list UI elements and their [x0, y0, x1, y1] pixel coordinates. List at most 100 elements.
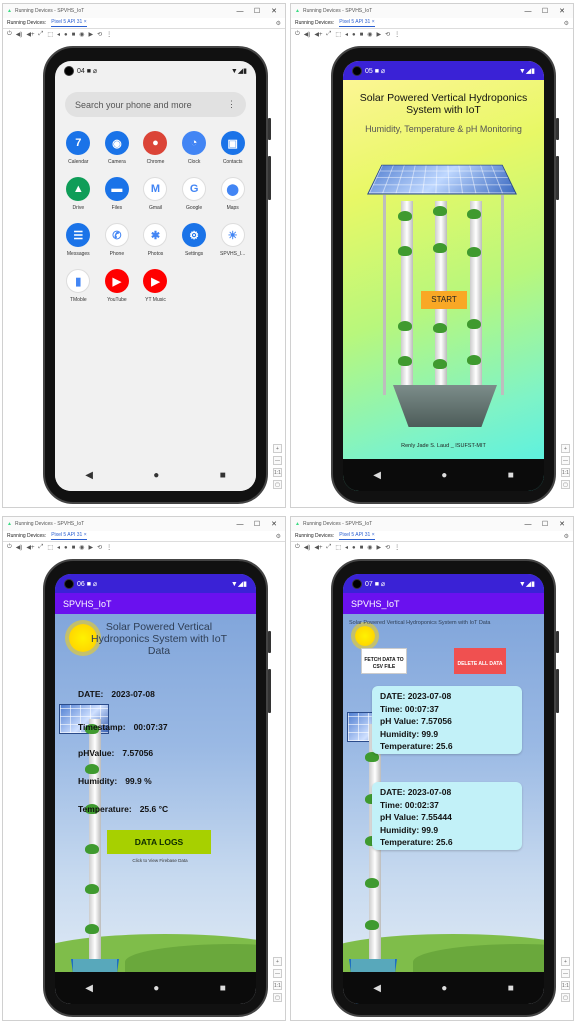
- recents-icon[interactable]: ■: [220, 983, 226, 994]
- home-icon[interactable]: ●: [441, 983, 447, 994]
- device-tool-icon[interactable]: ⬚: [47, 544, 53, 551]
- actual-size-icon[interactable]: 1:1: [561, 468, 570, 477]
- back-icon[interactable]: ◀: [373, 983, 381, 994]
- actual-size-icon[interactable]: 1:1: [561, 981, 570, 990]
- device-tool-icon[interactable]: ⋮: [394, 31, 400, 38]
- back-icon[interactable]: ◀: [85, 983, 93, 994]
- device-tool-icon[interactable]: ⟲: [97, 544, 102, 551]
- device-tool-icon[interactable]: ◀): [304, 31, 311, 38]
- device-tool-icon[interactable]: ⏻: [295, 544, 300, 551]
- device-tool-icon[interactable]: ▶: [377, 544, 382, 551]
- fetch-csv-button[interactable]: FETCH DATA TO CSV FILE: [361, 648, 407, 674]
- fit-screen-icon[interactable]: ▢: [273, 993, 282, 1002]
- home-icon[interactable]: ●: [441, 470, 447, 481]
- delete-all-button[interactable]: DELETE ALL DATA: [454, 648, 506, 674]
- close-tab-icon[interactable]: ×: [84, 19, 87, 25]
- app-phone[interactable]: ✆ Phone: [98, 223, 137, 257]
- device-tool-icon[interactable]: ●: [64, 32, 68, 38]
- close-tab-icon[interactable]: ×: [372, 532, 375, 538]
- settings-icon[interactable]: ⚙: [564, 533, 569, 540]
- device-tool-icon[interactable]: ⟲: [385, 31, 390, 38]
- device-tool-icon[interactable]: ⬚: [47, 31, 53, 38]
- settings-icon[interactable]: ⚙: [276, 20, 281, 27]
- device-tool-icon[interactable]: ⤢: [327, 544, 332, 551]
- device-tool-icon[interactable]: ◀): [304, 544, 311, 551]
- zoom-in-icon[interactable]: +: [561, 444, 570, 453]
- app-files[interactable]: ▬ Files: [98, 177, 137, 211]
- close-window-button[interactable]: ✕: [555, 520, 569, 528]
- maximize-button[interactable]: ☐: [538, 520, 552, 528]
- minimize-button[interactable]: —: [233, 521, 247, 528]
- app-chrome[interactable]: ● Chrome: [136, 131, 175, 165]
- device-tool-icon[interactable]: ⋮: [394, 544, 400, 551]
- device-tool-icon[interactable]: ⟲: [97, 31, 102, 38]
- app-google[interactable]: G Google: [175, 177, 214, 211]
- power-button[interactable]: [556, 631, 559, 653]
- tab-pixel5[interactable]: Pixel 5 API 31 ×: [339, 19, 375, 27]
- recents-icon[interactable]: ■: [508, 983, 514, 994]
- app-calendar[interactable]: 7 Calendar: [59, 131, 98, 165]
- device-tool-icon[interactable]: ◀+: [314, 544, 322, 551]
- zoom-out-icon[interactable]: —: [561, 456, 570, 465]
- start-button[interactable]: START: [421, 291, 467, 309]
- recents-icon[interactable]: ■: [220, 470, 226, 481]
- zoom-in-icon[interactable]: +: [273, 957, 282, 966]
- maximize-button[interactable]: ☐: [538, 7, 552, 15]
- app-settings[interactable]: ⚙ Settings: [175, 223, 214, 257]
- app-spvhs-app[interactable]: ☀ SPVHS_I...: [213, 223, 252, 257]
- app-tmobile[interactable]: ▮ TMoble: [59, 269, 98, 303]
- home-icon[interactable]: ●: [153, 983, 159, 994]
- app-clock[interactable]: ◔ Clock: [175, 131, 214, 165]
- close-window-button[interactable]: ✕: [267, 7, 281, 15]
- device-tool-icon[interactable]: ●: [64, 545, 68, 551]
- device-tool-icon[interactable]: ◂: [345, 544, 348, 551]
- tab-pixel5[interactable]: Pixel 5 API 31 ×: [339, 532, 375, 540]
- device-tool-icon[interactable]: ◂: [345, 31, 348, 38]
- fit-screen-icon[interactable]: ▢: [561, 993, 570, 1002]
- search-bar[interactable]: Search your phone and more ⋮: [65, 92, 246, 117]
- device-tool-icon[interactable]: ◉: [367, 544, 372, 551]
- minimize-button[interactable]: —: [233, 8, 247, 15]
- zoom-out-icon[interactable]: —: [273, 969, 282, 978]
- app-messages[interactable]: ☰ Messages: [59, 223, 98, 257]
- minimize-button[interactable]: —: [521, 8, 535, 15]
- minimize-button[interactable]: —: [521, 521, 535, 528]
- settings-icon[interactable]: ⚙: [276, 533, 281, 540]
- back-icon[interactable]: ◀: [373, 470, 381, 481]
- device-tool-icon[interactable]: ⏻: [295, 31, 300, 38]
- device-tool-icon[interactable]: ■: [72, 545, 76, 551]
- actual-size-icon[interactable]: 1:1: [273, 468, 282, 477]
- app-maps[interactable]: ⬤ Maps: [213, 177, 252, 211]
- device-tool-icon[interactable]: ●: [352, 32, 356, 38]
- app-contacts[interactable]: ▣ Contacts: [213, 131, 252, 165]
- volume-button[interactable]: [268, 156, 271, 200]
- fit-screen-icon[interactable]: ▢: [273, 480, 282, 489]
- zoom-out-icon[interactable]: —: [561, 969, 570, 978]
- device-tool-icon[interactable]: ◉: [79, 31, 84, 38]
- search-menu-icon[interactable]: ⋮: [227, 99, 236, 110]
- app-youtube[interactable]: ▶ YouTube: [98, 269, 137, 303]
- device-tool-icon[interactable]: ⬚: [335, 31, 341, 38]
- close-tab-icon[interactable]: ×: [84, 532, 87, 538]
- device-tool-icon[interactable]: ◀): [16, 544, 23, 551]
- device-tool-icon[interactable]: ■: [360, 545, 364, 551]
- close-window-button[interactable]: ✕: [555, 7, 569, 15]
- tab-pixel5[interactable]: Pixel 5 API 31 ×: [51, 532, 87, 540]
- device-tool-icon[interactable]: ◉: [367, 31, 372, 38]
- tab-pixel5[interactable]: Pixel 5 API 31 ×: [51, 19, 87, 27]
- volume-button[interactable]: [556, 669, 559, 713]
- zoom-in-icon[interactable]: +: [561, 957, 570, 966]
- app-gmail[interactable]: M Gmail: [136, 177, 175, 211]
- app-photos[interactable]: ✱ Photos: [136, 223, 175, 257]
- device-tool-icon[interactable]: ■: [360, 32, 364, 38]
- device-tool-icon[interactable]: ◂: [57, 544, 60, 551]
- volume-button[interactable]: [556, 156, 559, 200]
- maximize-button[interactable]: ☐: [250, 520, 264, 528]
- device-tool-icon[interactable]: ▶: [89, 31, 94, 38]
- device-tool-icon[interactable]: ◀+: [26, 544, 34, 551]
- device-tool-icon[interactable]: ⏻: [7, 31, 12, 38]
- device-tool-icon[interactable]: ⏻: [7, 544, 12, 551]
- device-tool-icon[interactable]: ●: [352, 545, 356, 551]
- device-tool-icon[interactable]: ⤢: [327, 31, 332, 38]
- power-button[interactable]: [268, 118, 271, 140]
